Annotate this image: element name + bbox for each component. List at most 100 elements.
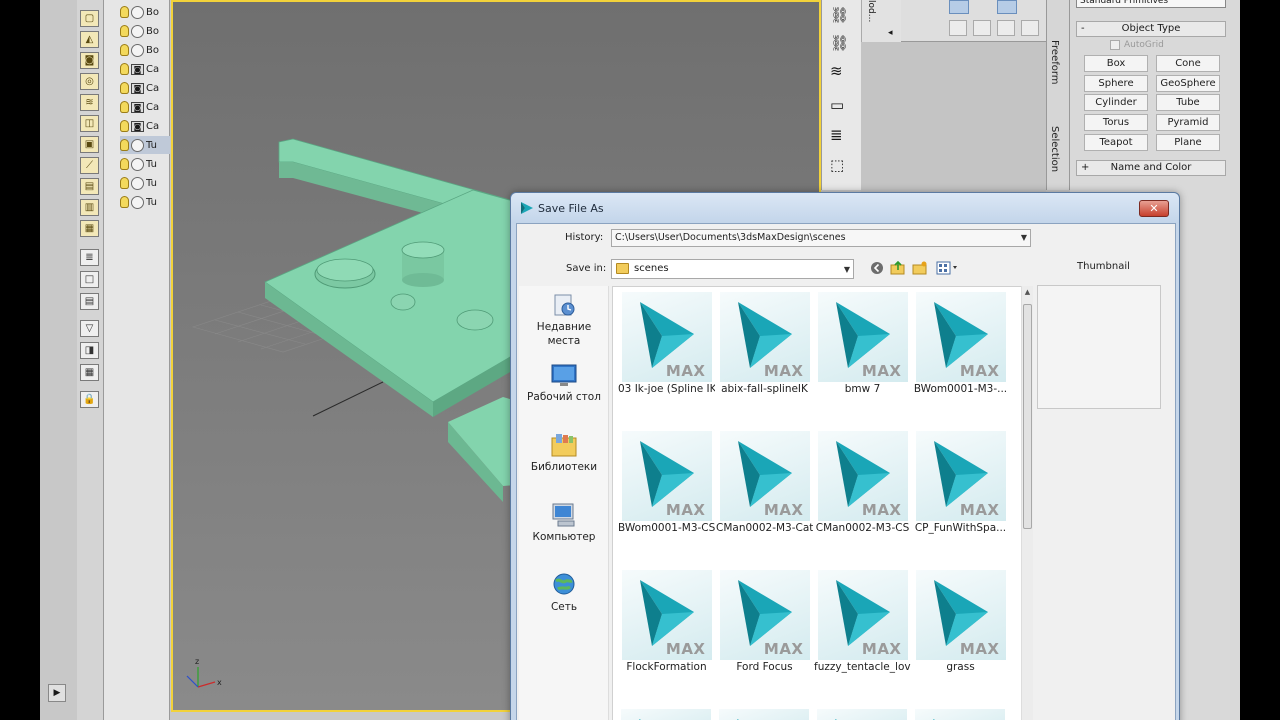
visibility-icon[interactable] [131, 157, 144, 171]
light-bulb-icon[interactable] [120, 177, 129, 189]
up-folder-icon[interactable] [889, 260, 907, 276]
plane-button[interactable]: Plane [1156, 134, 1220, 151]
back-icon[interactable] [869, 260, 885, 276]
light-bulb-icon[interactable] [120, 25, 129, 37]
toolbar-frozen-icon[interactable]: ▦ [80, 220, 99, 237]
file-item[interactable]: MAX grass [912, 570, 1009, 673]
file-list-scrollbar[interactable]: ▲ [1021, 286, 1033, 720]
place-network[interactable]: Сеть [519, 572, 609, 614]
file-item-partial[interactable] [621, 709, 711, 720]
file-item[interactable]: MAX FlockFormation [618, 570, 715, 673]
checkbox-icon[interactable] [1110, 40, 1120, 50]
tube-button[interactable]: Tube [1156, 94, 1220, 111]
file-item[interactable]: MAX Ford Focus [716, 570, 813, 673]
select-object-icon[interactable]: ▭ [830, 96, 844, 114]
place-desktop[interactable]: Рабочий стол [519, 362, 609, 404]
toolbar-table-icon[interactable]: ▤ [80, 293, 99, 310]
scene-row[interactable]: Tu [120, 193, 170, 211]
sphere-button[interactable]: Sphere [1084, 75, 1148, 92]
scene-row[interactable]: Bo [120, 3, 170, 21]
visibility-icon[interactable] [131, 5, 144, 19]
light-bulb-icon[interactable] [120, 6, 129, 18]
place-recent[interactable]: Недавние места [519, 292, 609, 348]
file-item[interactable]: MAX fuzzy_tentacle_love [814, 570, 911, 673]
view-menu-icon[interactable] [935, 260, 961, 276]
toolbar-bone-icon[interactable]: ⟋ [80, 157, 99, 174]
select-by-name-icon[interactable]: ≣ [830, 126, 843, 144]
scene-row[interactable]: Tu [120, 136, 170, 154]
light-bulb-icon[interactable] [120, 44, 129, 56]
visibility-icon[interactable] [131, 195, 144, 209]
file-item[interactable]: MAX CMan0002-M3-CS [814, 431, 911, 534]
ribbon-tool-icon[interactable] [1021, 20, 1039, 36]
history-dropdown[interactable]: C:\Users\User\Documents\3dsMaxDesign\sce… [611, 229, 1031, 247]
file-item-partial[interactable] [719, 709, 809, 720]
scene-row[interactable]: ◙ Ca [120, 98, 170, 116]
visibility-icon[interactable] [131, 176, 144, 190]
toolbar-group-icon[interactable]: ▣ [80, 136, 99, 153]
scene-row[interactable]: Tu [120, 155, 170, 173]
file-item[interactable]: MAX CP_FunWithSpa... [912, 431, 1009, 534]
light-bulb-icon[interactable] [120, 120, 129, 132]
name-color-rollout[interactable]: + Name and Color [1076, 160, 1226, 176]
geosphere-button[interactable]: GeoSphere [1156, 75, 1220, 92]
save-in-dropdown[interactable]: scenes ▼ [611, 259, 854, 279]
toolbar-xref-icon[interactable]: ▤ [80, 178, 99, 195]
file-item[interactable]: MAX bmw 7 [814, 292, 911, 395]
torus-button[interactable]: Torus [1084, 114, 1148, 131]
play-button[interactable]: ▶ [48, 684, 66, 702]
pyramid-button[interactable]: Pyramid [1156, 114, 1220, 131]
file-item-partial[interactable] [817, 709, 907, 720]
toolbar-helper-icon[interactable]: ◫ [80, 115, 99, 132]
ribbon-tool-icon[interactable] [997, 0, 1017, 14]
scene-row[interactable]: Bo [120, 22, 170, 40]
scroll-thumb[interactable] [1023, 304, 1032, 529]
file-item-partial[interactable] [915, 709, 1005, 720]
unlink-icon[interactable]: ⛓ [830, 34, 849, 52]
ribbon-tool-icon[interactable] [973, 20, 991, 36]
scene-row[interactable]: Tu [120, 174, 170, 192]
toolbar-container-icon[interactable]: ▥ [80, 199, 99, 216]
file-item[interactable]: MAX BWom0001-M3-... [912, 292, 1009, 395]
scene-row[interactable]: ◙ Ca [120, 60, 170, 78]
file-item[interactable]: MAX abix-fall-splineIK [716, 292, 813, 395]
toolbar-box-icon[interactable]: □ [80, 271, 99, 288]
light-bulb-icon[interactable] [120, 139, 129, 151]
toolbar-layers-icon[interactable]: ◨ [80, 342, 99, 359]
place-libraries[interactable]: Библиотеки [519, 432, 609, 474]
toolbar-light-icon[interactable]: ◎ [80, 73, 99, 90]
toolbar-funnel-icon[interactable]: ▽ [80, 320, 99, 337]
scene-row[interactable]: Bo [120, 41, 170, 59]
cylinder-button[interactable]: Cylinder [1084, 94, 1148, 111]
toolbar-spacewarp-icon[interactable]: ≋ [80, 94, 99, 111]
scene-row[interactable]: ◙ Ca [120, 117, 170, 135]
visibility-icon[interactable] [131, 43, 144, 57]
teapot-button[interactable]: Teapot [1084, 134, 1148, 151]
selection-region-icon[interactable]: ⬚ [830, 156, 844, 174]
tab-selection[interactable]: Selection [1049, 126, 1060, 172]
autogrid-checkbox[interactable]: AutoGrid [1110, 40, 1164, 50]
object-type-rollout[interactable]: - Object Type [1076, 21, 1226, 37]
light-bulb-icon[interactable] [120, 101, 129, 113]
box-button[interactable]: Box [1084, 55, 1148, 72]
light-bulb-icon[interactable] [120, 63, 129, 75]
cone-button[interactable]: Cone [1156, 55, 1220, 72]
file-item[interactable]: MAX 03 Ik-joe (Spline IK) [618, 292, 715, 395]
ribbon-tool-icon[interactable] [949, 20, 967, 36]
scene-row[interactable]: ◙ Ca [120, 79, 170, 97]
bind-spacewarp-icon[interactable]: ≋ [830, 62, 843, 80]
toolbar-list-icon[interactable]: ≣ [80, 249, 99, 266]
toolbar-select-icon[interactable]: ▢ [80, 10, 99, 27]
dialog-titlebar[interactable]: Save File As ✕ [511, 193, 1179, 223]
toolbar-filter-icon[interactable]: ◭ [80, 31, 99, 48]
light-bulb-icon[interactable] [120, 158, 129, 170]
ribbon-tool-icon[interactable] [949, 0, 969, 14]
ribbon-tool-icon[interactable] [997, 20, 1015, 36]
ribbon-caret-icon[interactable]: ◂ [888, 28, 893, 38]
link-icon[interactable]: ⛓ [830, 6, 849, 24]
file-item[interactable]: MAX BWom0001-M3-CS [618, 431, 715, 534]
toolbar-camera-icon[interactable]: ◙ [80, 52, 99, 69]
close-button[interactable]: ✕ [1139, 200, 1169, 217]
place-computer[interactable]: Компьютер [519, 502, 609, 544]
toolbar-lock-icon[interactable]: 🔒 [80, 391, 99, 408]
